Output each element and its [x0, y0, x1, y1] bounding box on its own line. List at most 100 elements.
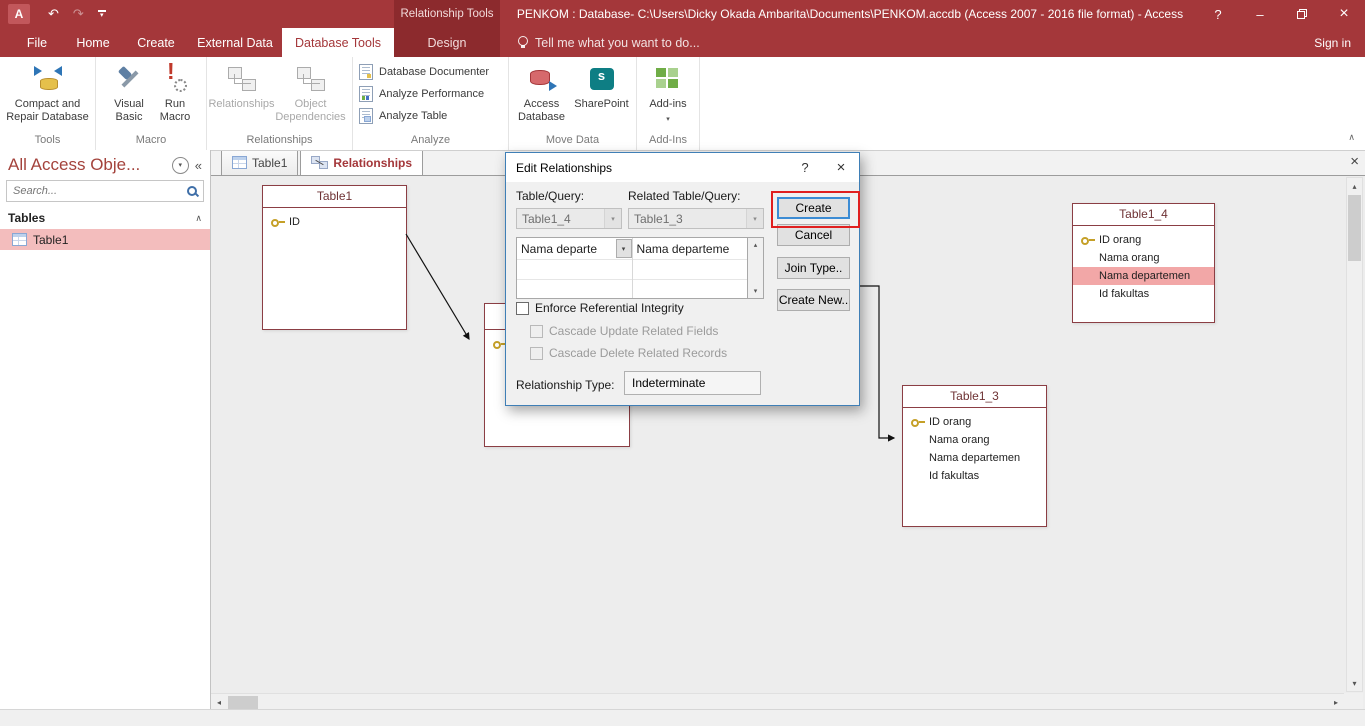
- minimize-icon[interactable]: –: [1239, 0, 1281, 28]
- tab-file[interactable]: File: [12, 28, 62, 57]
- cascade-delete-checkbox: Cascade Delete Related Records: [530, 346, 727, 360]
- diagram-table-title[interactable]: Table1_4: [1073, 204, 1214, 226]
- relationships-button[interactable]: Relationships: [208, 59, 275, 111]
- access-app-icon[interactable]: A: [8, 4, 30, 24]
- analyze-table-icon: [359, 108, 373, 124]
- grid-cell-right[interactable]: Nama departeme: [633, 238, 748, 259]
- cell-dropdown-icon[interactable]: ▾: [615, 239, 632, 258]
- diagram-field-nama-departemen[interactable]: Nama departemen: [903, 449, 1046, 467]
- diagram-field-nama-departemen-highlighted[interactable]: Nama departemen: [1073, 267, 1214, 285]
- tab-external-data[interactable]: External Data: [188, 28, 282, 57]
- grid-scroll-down-icon[interactable]: ▾: [748, 284, 763, 298]
- diagram-field-nama-orang[interactable]: Nama orang: [903, 431, 1046, 449]
- diagram-table-table1[interactable]: Table1 ID: [262, 185, 407, 330]
- diagram-field-id-orang[interactable]: ID orang: [903, 413, 1046, 431]
- create-new-button[interactable]: Create New..: [777, 289, 850, 311]
- table-query-combo[interactable]: Table1_4 ▾: [516, 208, 622, 229]
- collapse-ribbon-icon[interactable]: ∧: [1348, 132, 1355, 143]
- status-bar: [0, 709, 1365, 726]
- tab-design[interactable]: Design: [394, 28, 500, 57]
- combo-dropdown-icon[interactable]: ▾: [746, 209, 763, 228]
- scroll-up-icon[interactable]: ▴: [1347, 178, 1362, 194]
- close-document-icon[interactable]: ×: [1350, 153, 1359, 170]
- cascade-update-checkbox: Cascade Update Related Fields: [530, 324, 718, 338]
- tab-home[interactable]: Home: [62, 28, 124, 57]
- compact-repair-button[interactable]: Compact and Repair Database: [3, 59, 93, 124]
- nav-menu-icon[interactable]: ▾: [171, 156, 189, 174]
- related-table-query-label: Related Table/Query:: [628, 189, 741, 203]
- help-icon[interactable]: ?: [1197, 0, 1239, 28]
- checkbox-box[interactable]: [516, 301, 529, 315]
- field-label: Id fakultas: [929, 470, 980, 482]
- nav-pane-title: All Access Obje...: [8, 155, 141, 174]
- dialog-help-icon[interactable]: ?: [787, 160, 823, 175]
- ribbon-group-macro: Visual Basic ! Run Macro Macro: [96, 57, 207, 150]
- doc-tab-label: Relationships: [333, 155, 413, 170]
- horizontal-scrollbar[interactable]: ◂ ▸: [211, 693, 1344, 710]
- scroll-right-icon[interactable]: ▸: [1328, 694, 1344, 710]
- combo-dropdown-icon[interactable]: ▾: [604, 209, 621, 228]
- tab-database-tools[interactable]: Database Tools: [282, 28, 394, 57]
- relationship-type-label: Relationship Type:: [516, 378, 615, 392]
- ribbon-empty-area: [700, 57, 1365, 150]
- sign-in-link[interactable]: Sign in: [1314, 28, 1351, 57]
- object-dependencies-button[interactable]: Object Dependencies: [273, 59, 349, 124]
- diagram-table-table1-4[interactable]: Table1_4 ID orang Nama orang Nama depart…: [1072, 203, 1215, 323]
- diagram-field-id[interactable]: ID: [263, 213, 406, 231]
- window-title: PENKOM : Database- C:\Users\Dicky Okada …: [516, 7, 1184, 21]
- vertical-scrollbar[interactable]: ▴ ▾: [1346, 177, 1363, 692]
- dialog-close-icon[interactable]: ×: [823, 159, 859, 176]
- doc-tab-table1[interactable]: Table1: [221, 149, 299, 175]
- diagram-field-id-orang[interactable]: ID orang: [1073, 231, 1214, 249]
- grid-scroll-up-icon[interactable]: ▴: [748, 238, 763, 252]
- vertical-scroll-thumb[interactable]: [1348, 195, 1361, 261]
- analyze-table-button[interactable]: Analyze Table: [359, 106, 447, 126]
- access-database-button[interactable]: Access Database: [513, 59, 571, 124]
- nav-item-table1[interactable]: Table1: [0, 229, 210, 250]
- run-macro-button[interactable]: ! Run Macro: [153, 59, 197, 124]
- access-database-icon: [526, 64, 558, 94]
- navigation-pane: All Access Obje... ▾ « Tables ∧ Table1: [0, 150, 211, 710]
- enforce-referential-integrity-checkbox[interactable]: Enforce Referential Integrity: [516, 301, 684, 315]
- grid-cell-left[interactable]: Nama departe ▾: [517, 238, 632, 259]
- nav-search-box: [6, 180, 204, 202]
- join-type-button[interactable]: Join Type..: [777, 257, 850, 279]
- field-label: Nama departemen: [929, 452, 1021, 464]
- grid-right-column: Nama departeme: [631, 238, 748, 298]
- grid-scrollbar[interactable]: ▴ ▾: [747, 238, 763, 298]
- addins-button[interactable]: Add-ins ▾: [646, 59, 690, 126]
- restore-icon[interactable]: [1281, 0, 1323, 28]
- database-documenter-button[interactable]: Database Documenter: [359, 62, 489, 82]
- redo-icon[interactable]: ↷: [73, 6, 84, 22]
- shutter-bar-icon[interactable]: «: [195, 158, 202, 173]
- visual-basic-button[interactable]: Visual Basic: [105, 59, 153, 124]
- tab-create[interactable]: Create: [124, 28, 188, 57]
- scroll-left-icon[interactable]: ◂: [211, 694, 227, 710]
- sharepoint-button[interactable]: SharePoint: [571, 59, 633, 111]
- diagram-field-id-fakultas[interactable]: Id fakultas: [1073, 285, 1214, 303]
- analyze-performance-button[interactable]: Analyze Performance: [359, 84, 484, 104]
- related-table-query-combo[interactable]: Table1_3 ▾: [628, 208, 764, 229]
- scroll-down-icon[interactable]: ▾: [1347, 675, 1362, 691]
- nav-section-tables[interactable]: Tables ∧: [0, 205, 210, 229]
- cancel-button[interactable]: Cancel: [777, 224, 850, 246]
- doc-tab-relationships[interactable]: Relationships: [300, 149, 424, 175]
- diagram-table-title[interactable]: Table1_3: [903, 386, 1046, 408]
- edit-relationships-dialog: Edit Relationships ? × Table/Query: Rela…: [505, 152, 860, 406]
- tell-me-box[interactable]: Tell me what you want to do...: [518, 28, 700, 57]
- diagram-table-title[interactable]: Table1: [263, 186, 406, 208]
- diagram-field-nama-orang[interactable]: Nama orang: [1073, 249, 1214, 267]
- diagram-field-id-fakultas[interactable]: Id fakultas: [903, 467, 1046, 485]
- diagram-table-table1-3[interactable]: Table1_3 ID orang Nama orang Nama depart…: [902, 385, 1047, 527]
- customize-qat-icon[interactable]: ▾: [97, 9, 106, 19]
- undo-icon[interactable]: ↶: [48, 6, 59, 22]
- create-button[interactable]: Create: [777, 197, 850, 219]
- search-icon[interactable]: [186, 185, 199, 198]
- group-label-addins: Add-Ins: [649, 134, 687, 146]
- search-input[interactable]: [11, 184, 182, 198]
- horizontal-scroll-thumb[interactable]: [228, 695, 258, 709]
- field-label: Id fakultas: [1099, 288, 1150, 300]
- close-icon[interactable]: ×: [1323, 0, 1365, 28]
- addins-dropdown-icon: ▾: [666, 116, 670, 123]
- dialog-titlebar[interactable]: Edit Relationships ? ×: [506, 153, 859, 182]
